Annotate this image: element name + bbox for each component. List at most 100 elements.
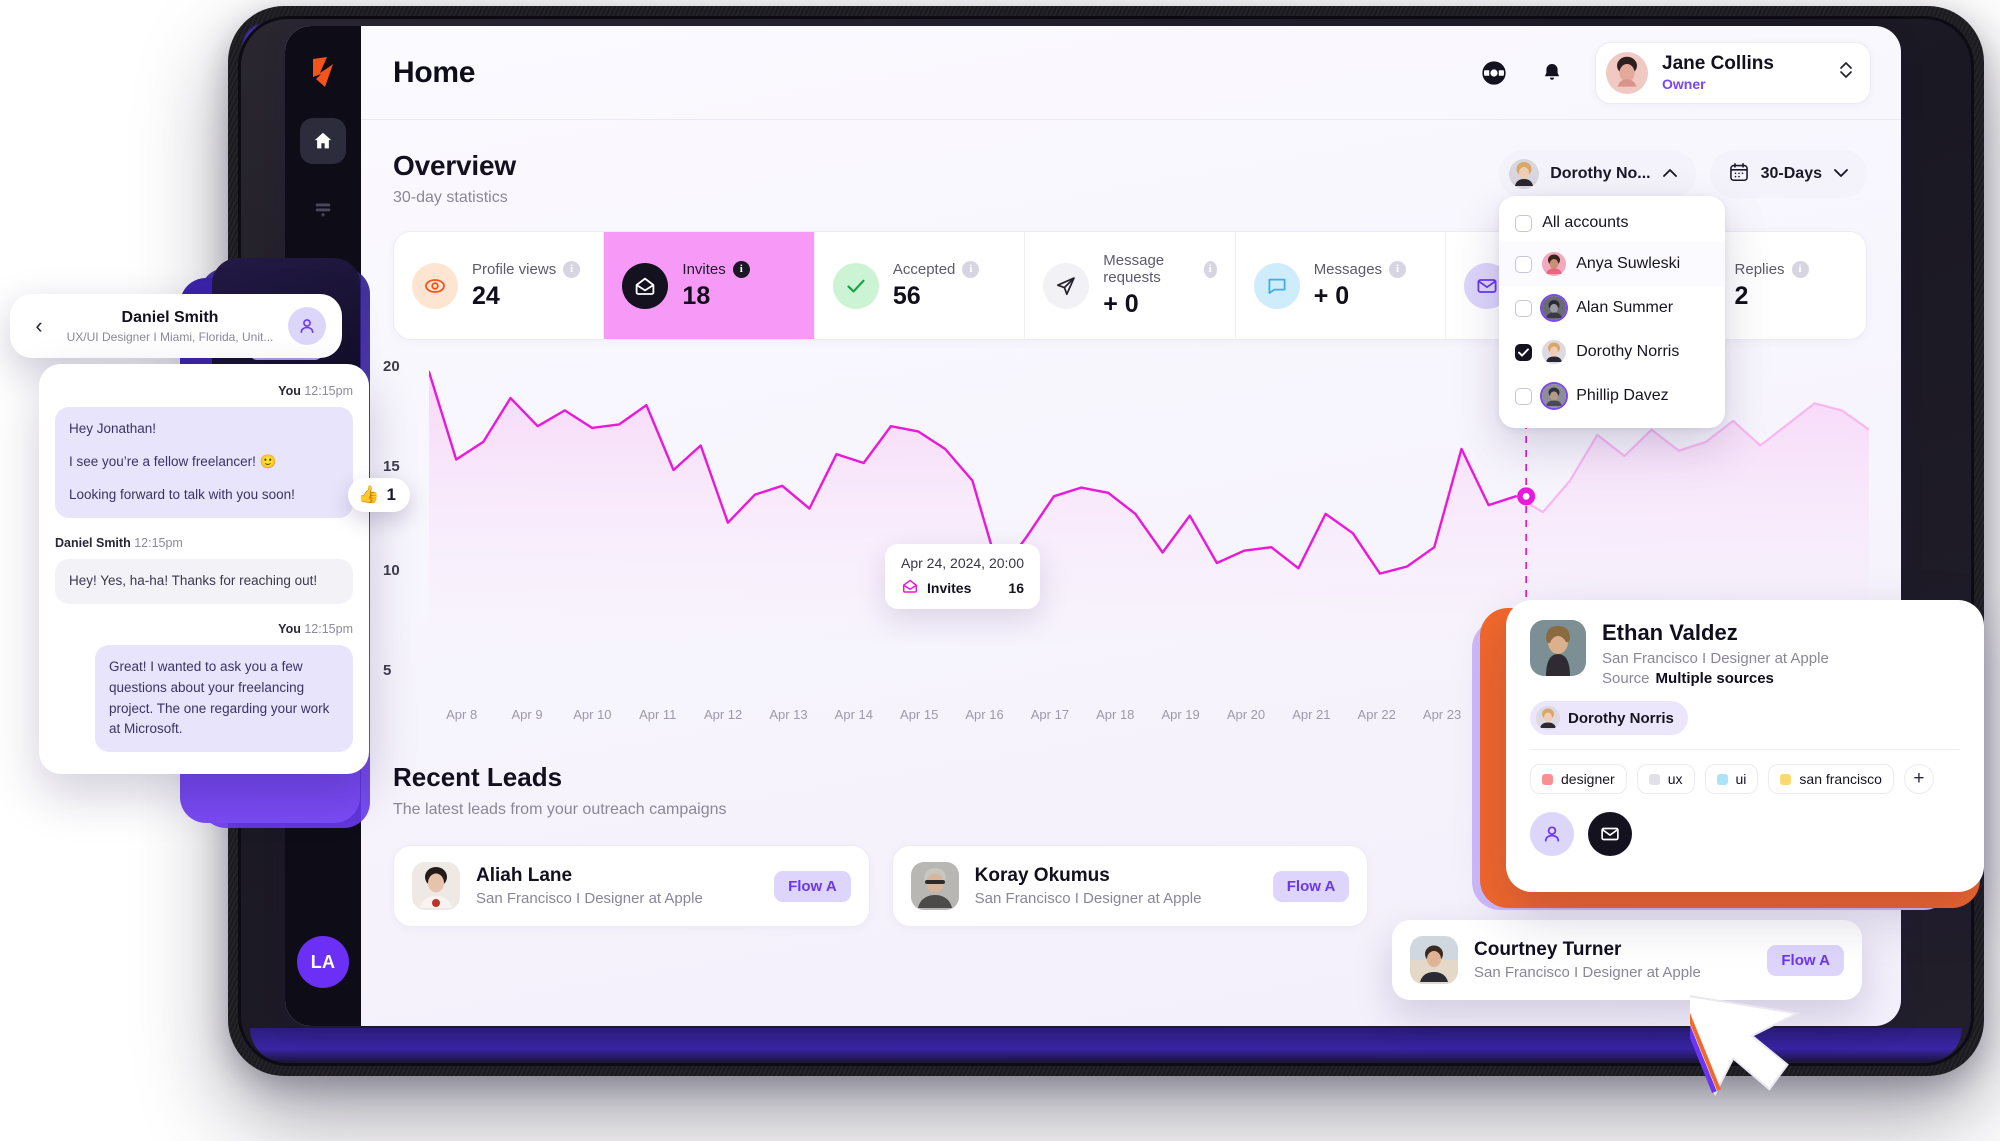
info-icon[interactable]: i: [1389, 260, 1407, 278]
message-author: You: [278, 621, 301, 636]
account-filter-button[interactable]: Dorothy No...: [1499, 150, 1696, 198]
user-role: Owner: [1662, 75, 1706, 92]
eye-icon: [412, 262, 458, 309]
tag-ux[interactable]: ux: [1636, 764, 1695, 794]
help-circle-icon[interactable]: [1479, 58, 1509, 88]
layers-icon: [315, 203, 331, 217]
stat-card-profile-views[interactable]: Profile views i 24: [394, 232, 605, 339]
tag-san-francisco[interactable]: san francisco: [1768, 764, 1894, 794]
account-option-alan[interactable]: Alan Summer: [1499, 286, 1725, 330]
sidebar-item-home[interactable]: [300, 118, 346, 164]
person-icon[interactable]: [288, 307, 326, 345]
lead-detail-owner-chip[interactable]: Dorothy Norris: [1530, 701, 1688, 735]
page-title: Home: [393, 55, 476, 89]
account-option-phillip[interactable]: Phillip Davez: [1499, 374, 1725, 418]
status-badge[interactable]: Flow A: [1272, 870, 1350, 902]
info-icon[interactable]: i: [962, 260, 980, 278]
account-option-dorothy[interactable]: Dorothy Norris: [1499, 330, 1725, 374]
tag-label: ux: [1667, 771, 1683, 787]
message-meta: You 12:15pm: [55, 622, 353, 636]
account-dropdown-menu[interactable]: All accounts Anya Suwleski Alan Summer D…: [1499, 196, 1726, 428]
chart-tooltip: Apr 24, 2024, 20:00 Invites 16: [885, 544, 1040, 609]
stat-label: Accepted: [892, 260, 956, 278]
stat-value: 56: [892, 281, 921, 310]
account-option-all[interactable]: All accounts: [1499, 204, 1725, 242]
cursor-pointer: [1673, 965, 1810, 1097]
checkbox[interactable]: [1515, 255, 1533, 273]
lead-detail-source-label: Source: [1602, 670, 1650, 687]
person-icon[interactable]: [1530, 812, 1574, 856]
screenshot-root: LA Home Jane Collins Owner Overview 30-d…: [0, 0, 2000, 1141]
checkbox[interactable]: [1515, 387, 1533, 405]
stat-card-invites[interactable]: Invites i 18: [604, 232, 815, 339]
info-icon[interactable]: i: [1203, 260, 1217, 278]
date-range-button[interactable]: 30-Days: [1709, 150, 1867, 198]
bell-icon[interactable]: [1537, 58, 1567, 88]
topbar: Home Jane Collins Owner: [361, 26, 1901, 120]
tag-designer[interactable]: designer: [1530, 764, 1627, 794]
message-line: I see you’re a fellow freelancer! 🙂: [69, 453, 277, 469]
info-icon[interactable]: i: [1791, 260, 1809, 278]
avatar: [1530, 620, 1586, 676]
account-option-label: Dorothy Norris: [1576, 343, 1680, 360]
tag-label: san francisco: [1799, 771, 1882, 787]
sidebar-item-campaigns[interactable]: [300, 186, 346, 232]
message-line: Looking forward to talk with you soon!: [69, 486, 295, 502]
plus-icon[interactable]: +: [1903, 764, 1934, 794]
stat-label: Replies: [1734, 260, 1785, 278]
chat-overlay: ‹ Daniel Smith UX/UI Designer I Miami, F…: [10, 258, 410, 848]
reaction-badge[interactable]: 👍 1: [348, 478, 410, 512]
account-option-label: All accounts: [1542, 214, 1629, 231]
tag-ui[interactable]: ui: [1704, 764, 1759, 794]
stat-value: 2: [1734, 281, 1749, 310]
checkbox[interactable]: [1515, 299, 1533, 317]
chat-contact-name: Daniel Smith: [121, 308, 219, 326]
checkbox-checked[interactable]: [1515, 343, 1533, 361]
x-tick: Apr 17: [1030, 707, 1070, 722]
x-tick: Apr 11: [639, 707, 677, 722]
checkbox[interactable]: [1515, 214, 1533, 232]
account-filter-label: Dorothy No...: [1550, 165, 1651, 182]
user-menu-button[interactable]: Jane Collins Owner: [1595, 41, 1871, 104]
lead-card-aliah-lane[interactable]: Aliah Lane San Francisco I Designer at A…: [393, 845, 870, 927]
message-time: 12:15pm: [134, 535, 183, 550]
message-author: Daniel Smith: [55, 535, 131, 550]
lead-detail-tags: designer ux ui san francisco +: [1530, 764, 1960, 794]
stat-card-message-requests[interactable]: Message requests i + 0: [1025, 232, 1236, 339]
avatar: [412, 862, 460, 910]
y-tick-15: 15: [383, 458, 400, 475]
x-tick: Apr 8: [446, 707, 478, 722]
account-avatar-initials[interactable]: LA: [297, 936, 349, 988]
chat-icon: [1253, 262, 1300, 309]
x-tick: Apr 14: [834, 707, 873, 722]
envelope-icon[interactable]: [1588, 812, 1632, 856]
bird-logo-icon[interactable]: [300, 50, 346, 96]
lead-card-koray-okumus[interactable]: Koray Okumus San Francisco I Designer at…: [891, 845, 1369, 927]
lead-detail-panel[interactable]: Ethan Valdez San Francisco I Designer at…: [1506, 600, 1984, 892]
tooltip-series: Invites: [927, 579, 972, 596]
avatar: [1542, 340, 1567, 364]
overview-title: Overview: [393, 150, 516, 181]
overview-subtitle: 30-day statistics: [393, 189, 508, 206]
chat-contact-subtitle: UX/UI Designer I Miami, Florida, Unit...: [66, 329, 274, 344]
message-bubble-outgoing: Great! I wanted to ask you a few questio…: [95, 644, 353, 753]
user-name: Jane Collins: [1662, 53, 1774, 75]
info-icon[interactable]: i: [732, 260, 750, 278]
chevron-left-icon[interactable]: ‹: [26, 313, 52, 339]
stat-card-messages[interactable]: Messages i + 0: [1236, 232, 1447, 339]
chat-messages: You 12:15pm Hey Jonathan! I see you’re a…: [39, 364, 369, 775]
reaction-count: 1: [386, 485, 396, 504]
stat-label: Invites: [682, 260, 726, 278]
message-line: Hey! Yes, ha-ha! Thanks for reaching out…: [69, 572, 318, 588]
account-option-anya[interactable]: Anya Suwleski: [1499, 242, 1726, 286]
message-meta: Daniel Smith 12:15pm: [55, 536, 353, 550]
status-badge[interactable]: Flow A: [774, 870, 851, 902]
send-icon: [1043, 262, 1090, 309]
avatar: [1410, 936, 1458, 984]
check-icon: [1518, 347, 1530, 357]
info-icon[interactable]: i: [563, 260, 581, 278]
avatar: [1542, 296, 1567, 320]
calendar-icon: [1728, 161, 1750, 188]
chevron-updown-icon: [1838, 59, 1854, 86]
stat-card-accepted[interactable]: Accepted i 56: [815, 232, 1026, 339]
